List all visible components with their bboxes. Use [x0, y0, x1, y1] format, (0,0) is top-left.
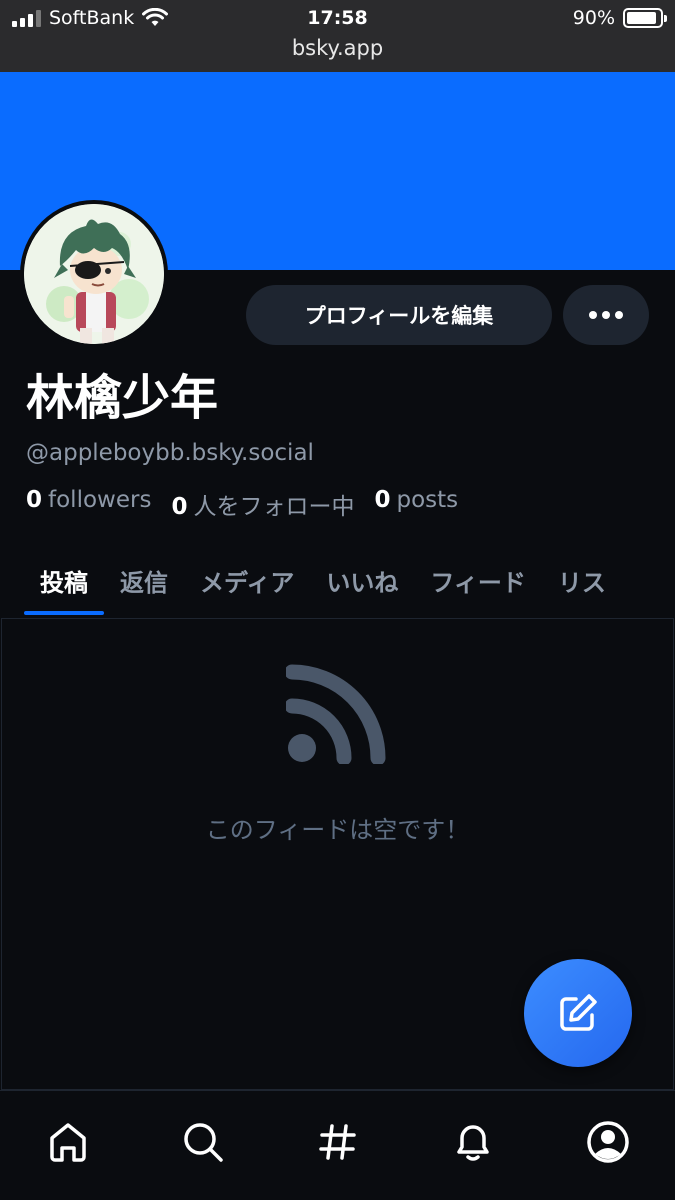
tab-feeds[interactable]: フィード: [414, 555, 542, 617]
tab-replies[interactable]: 返信: [104, 555, 184, 617]
home-icon: [49, 1123, 86, 1162]
following-stat[interactable]: 0 人をフォロー中: [171, 487, 354, 521]
search-icon: [183, 1123, 223, 1162]
hashtag-icon: [318, 1124, 356, 1160]
compose-icon: [560, 994, 597, 1031]
url-bar[interactable]: bsky.app: [0, 36, 675, 60]
avatar[interactable]: [20, 200, 168, 348]
display-name: 林檎少年: [26, 370, 219, 426]
bell-icon: [456, 1125, 489, 1161]
compose-button[interactable]: [524, 959, 632, 1067]
nav-search[interactable]: [173, 1117, 233, 1167]
nav-feeds[interactable]: [308, 1117, 368, 1167]
status-bar-right: 90%: [572, 7, 667, 29]
profile-tabs: 投稿 返信 メディア いいね フィード リス: [0, 555, 675, 617]
edit-profile-button[interactable]: プロフィールを編集: [246, 285, 552, 345]
posts-stat: 0 posts: [374, 487, 459, 513]
status-bar: SoftBank 17:58 90% bsky.app: [0, 0, 675, 72]
tab-lists[interactable]: リス: [542, 555, 622, 617]
tab-likes[interactable]: いいね: [310, 555, 414, 617]
avatar-image: [24, 204, 164, 344]
followers-stat[interactable]: 0 followers: [26, 487, 151, 521]
battery-percent: 90%: [572, 7, 615, 29]
nav-home[interactable]: [38, 1117, 98, 1167]
tab-media[interactable]: メディア: [184, 555, 310, 617]
battery-icon: [623, 8, 667, 28]
ellipsis-icon: [589, 311, 597, 319]
nav-profile[interactable]: [578, 1117, 638, 1167]
empty-feed-message: このフィードは空です！: [205, 816, 470, 844]
more-options-button[interactable]: [563, 285, 649, 345]
profile-handle: @appleboybb.bsky.social: [26, 440, 314, 466]
nav-notifications[interactable]: [443, 1117, 503, 1167]
tab-posts[interactable]: 投稿: [24, 555, 104, 617]
rss-feed-icon: [286, 664, 386, 764]
profile-stats: 0 followers 0 人をフォロー中 0 posts: [26, 487, 458, 521]
bottom-nav: [0, 1090, 675, 1200]
user-icon: [586, 1121, 629, 1163]
